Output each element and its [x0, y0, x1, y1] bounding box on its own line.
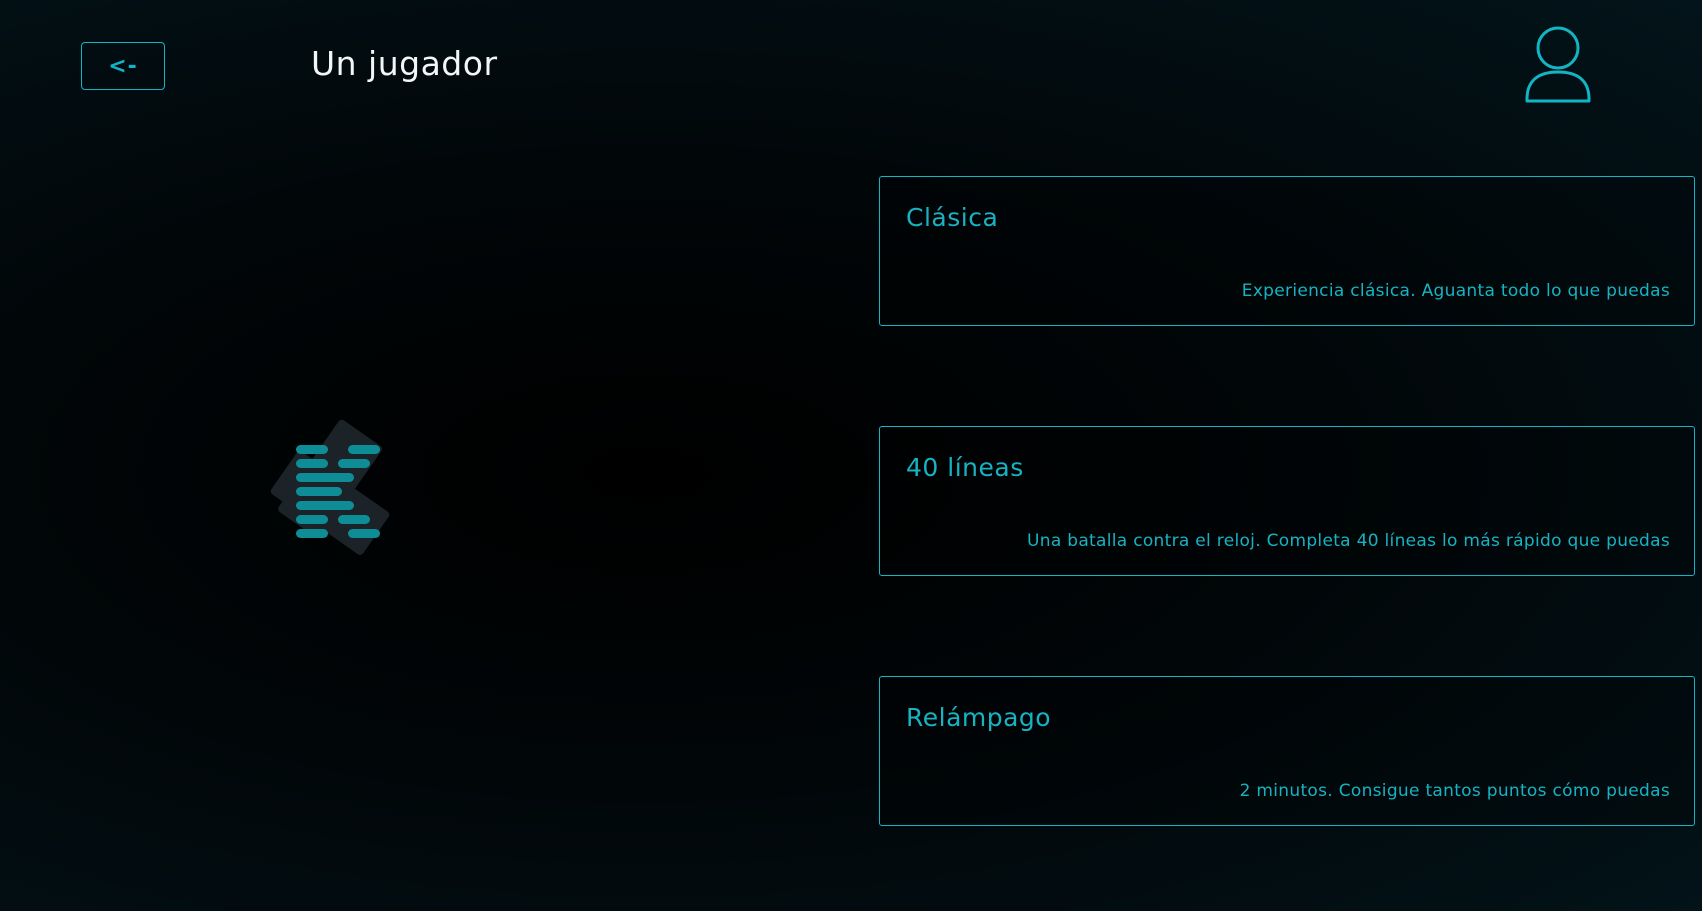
tetris-logo-icon — [260, 415, 410, 575]
back-button[interactable]: <- — [81, 42, 165, 90]
mode-title: 40 líneas — [906, 453, 1024, 482]
mode-description: 2 minutos. Consigue tantos puntos cómo p… — [1239, 781, 1670, 801]
mode-title: Clásica — [906, 203, 999, 232]
mode-title: Relámpago — [906, 703, 1052, 732]
mode-description: Experiencia clásica. Aguanta todo lo que… — [1241, 281, 1670, 301]
user-icon[interactable] — [1523, 26, 1593, 104]
mode-card-relampago[interactable]: Relámpago 2 minutos. Consigue tantos pun… — [879, 676, 1695, 826]
mode-card-40-lineas[interactable]: 40 líneas Una batalla contra el reloj. C… — [879, 426, 1695, 576]
mode-card-clasica[interactable]: Clásica Experiencia clásica. Aguanta tod… — [879, 176, 1695, 326]
mode-description: Una batalla contra el reloj. Completa 40… — [1027, 531, 1670, 551]
single-player-screen: <- Un jugador Clásica Experiencia clásic… — [0, 0, 1702, 911]
page-title: Un jugador — [311, 44, 498, 83]
